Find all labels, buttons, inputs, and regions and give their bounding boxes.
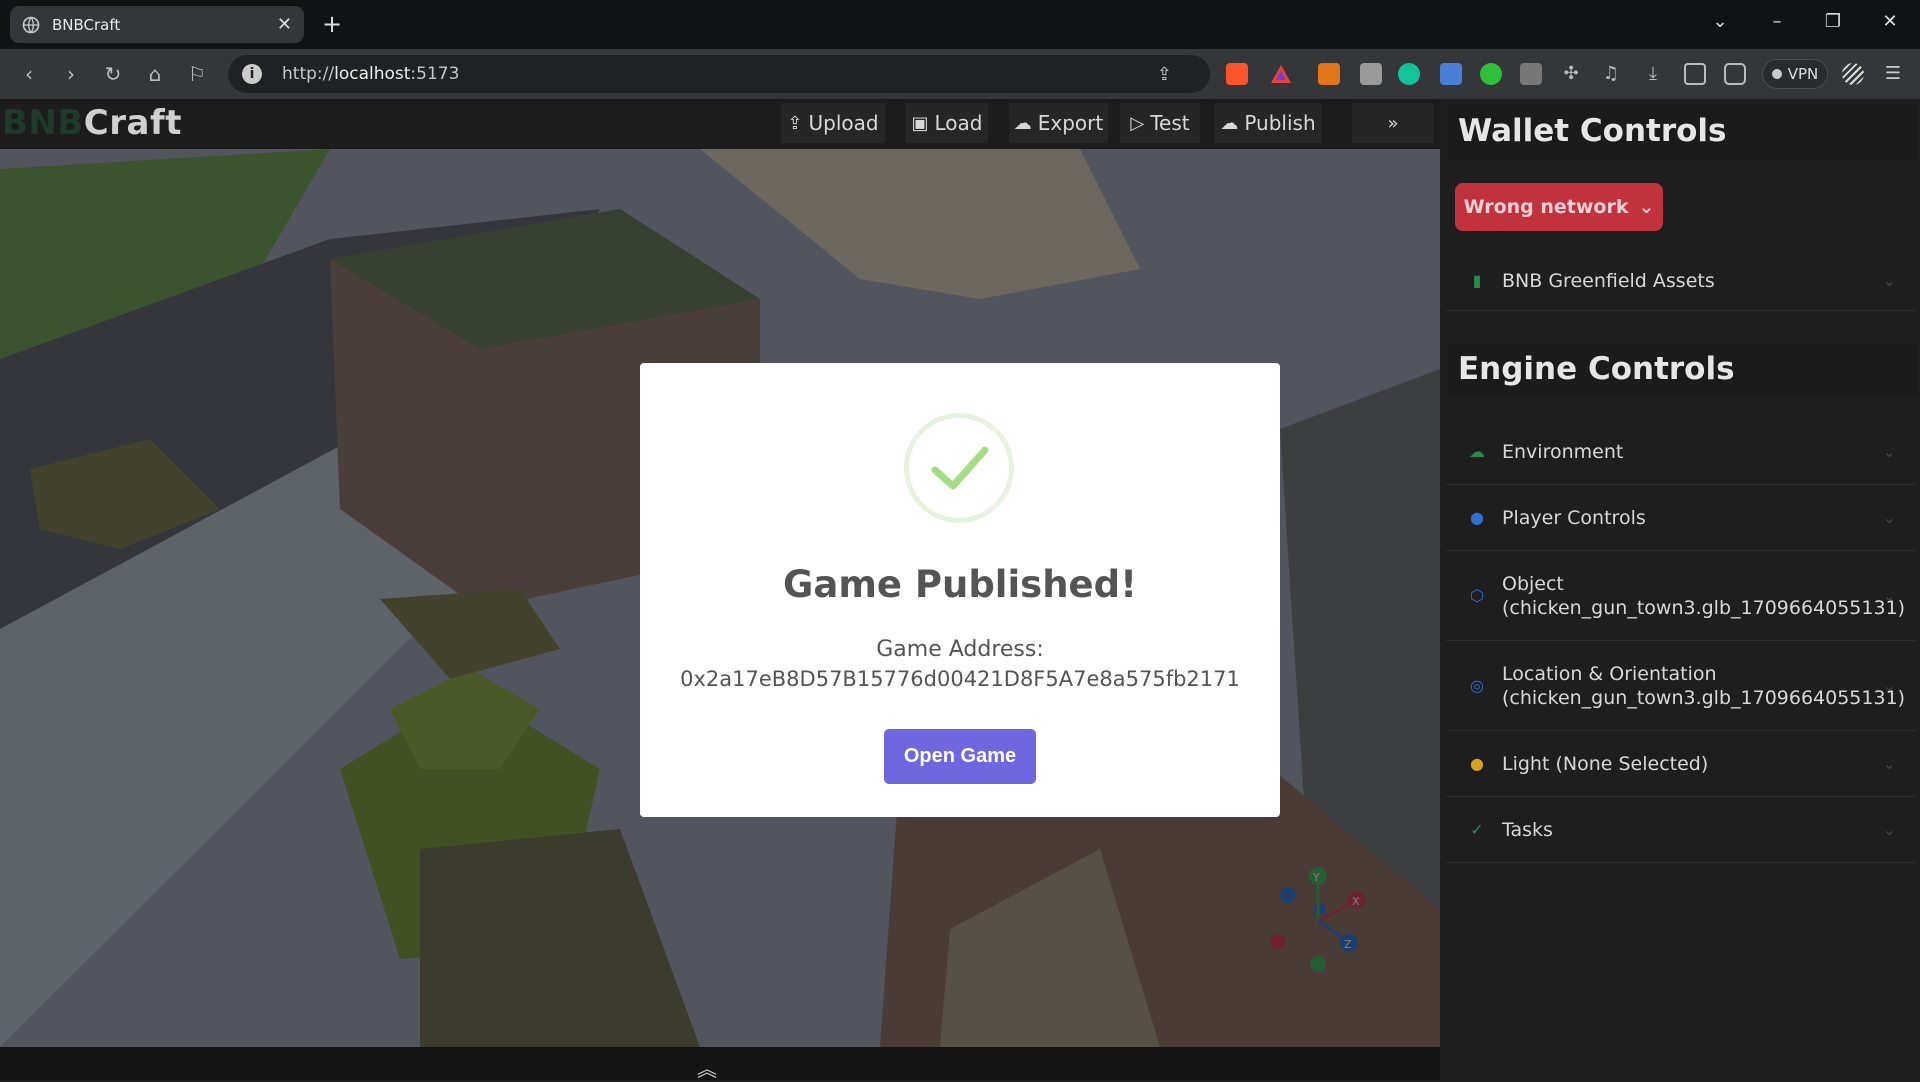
grammarly-icon[interactable] [1398, 63, 1420, 85]
puzzle-icon[interactable]: ✣ [1560, 63, 1582, 85]
forward-icon[interactable]: › [58, 61, 84, 87]
export-button[interactable]: ☁ Export [1009, 103, 1108, 143]
cloud-icon: ☁ [1469, 442, 1485, 461]
camera-icon[interactable] [1360, 63, 1382, 85]
address-bar[interactable]: i http://localhost:5173 ⇪ [228, 55, 1210, 93]
music-icon[interactable]: ♫ [1600, 63, 1622, 85]
zip-icon[interactable] [1520, 63, 1542, 85]
menu-icon[interactable]: ☰ [1882, 63, 1904, 85]
chevron-down-icon: ⌄ [1882, 442, 1896, 461]
tab-close-icon[interactable]: ✕ [277, 14, 292, 35]
translate-icon[interactable] [1440, 63, 1462, 85]
load-button[interactable]: ▣ Load [906, 103, 988, 143]
app-root: BNBCraft ⇪ Upload ▣ Load ☁ Export ▷ Test ☁ Pu… [0, 99, 1920, 1082]
chevron-down-icon: ⌄ [1882, 676, 1896, 695]
site-info-icon[interactable]: i [242, 64, 262, 84]
back-icon[interactable]: ‹ [16, 61, 42, 87]
bookmark-icon[interactable]: ⚐ [184, 61, 210, 87]
sidebar-icon[interactable] [1684, 63, 1706, 85]
home-icon[interactable]: ⌂ [142, 61, 168, 87]
chevron-down-icon: ⌄ [1882, 271, 1896, 290]
dialog-title: Game Published! [783, 563, 1137, 606]
browser-tab[interactable]: BNBCraft ✕ [10, 6, 304, 43]
wrong-network-button[interactable]: Wrong network ⌄ [1455, 183, 1663, 231]
panel-item-object[interactable]: ⬡ Object (chicken_gun_town3.glb_170966405… [1446, 551, 1916, 641]
lightbulb-icon: ● [1470, 754, 1484, 773]
metamask-icon[interactable] [1318, 63, 1340, 85]
restore-icon[interactable]: ❐ [1813, 6, 1853, 38]
test-button[interactable]: ▷ Test [1120, 103, 1200, 143]
profile-icon[interactable] [1842, 63, 1864, 85]
bottom-bar: ︽ [0, 1047, 1440, 1082]
publish-success-dialog: Game Published! Game Address: 0x2a17eB8D… [640, 363, 1280, 817]
chevrons-right-icon: » [1387, 112, 1399, 134]
panel-item-player-controls[interactable]: ● Player Controls ⌄ [1446, 485, 1916, 551]
chevron-down-icon: ⌄ [1882, 508, 1896, 527]
app-logo: BNBCraft [2, 103, 183, 143]
expand-toolbar-button[interactable]: » [1352, 103, 1434, 143]
vpn-status-icon [1771, 69, 1782, 79]
wallet-icon[interactable] [1724, 63, 1746, 85]
download-icon[interactable]: ⤓ [1642, 63, 1664, 85]
right-panel: Wallet Controls Wrong network ⌄ ▮ BNB Gr… [1440, 99, 1920, 1080]
share-icon[interactable]: ⇪ [1157, 64, 1172, 85]
chevron-down-icon: ⌄ [1882, 754, 1896, 773]
chevrons-up-icon[interactable]: ︽ [697, 1053, 717, 1082]
panel-item-environment[interactable]: ☁ Environment ⌄ [1446, 419, 1916, 485]
brave-shields-icon[interactable] [1226, 63, 1248, 85]
panel-item-tasks[interactable]: ✓ Tasks ⌄ [1446, 797, 1916, 863]
person-icon: ● [1470, 508, 1484, 527]
compass-icon: ◎ [1470, 676, 1484, 695]
cloud-download-icon: ☁ [1013, 112, 1032, 134]
add-extension-icon[interactable] [1480, 63, 1502, 85]
new-tab-button[interactable]: + [318, 10, 346, 38]
upload-button[interactable]: ⇪ Upload [781, 103, 885, 143]
tab-search-icon[interactable]: ⌄ [1700, 6, 1740, 38]
wallet-controls-title: Wallet Controls [1448, 105, 1918, 159]
play-icon: ▷ [1130, 112, 1145, 134]
tab-title: BNBCraft [52, 15, 121, 34]
panel-item-location-orientation[interactable]: ◎ Location & Orientation (chicken_gun_tow… [1446, 641, 1916, 731]
app-top-bar: BNBCraft ⇪ Upload ▣ Load ☁ Export ▷ Test ☁ Pu… [0, 99, 1440, 149]
cube-icon: ⬡ [1470, 586, 1484, 605]
minimize-icon[interactable]: – [1757, 6, 1797, 38]
panel-item-light[interactable]: ● Light (None Selected) ⌄ [1446, 731, 1916, 797]
checkmark-icon: ✓ [1470, 820, 1484, 839]
game-address-value: 0x2a17eB8D57B15776d00421D8F5A7e8a575fb21… [680, 667, 1240, 691]
vpn-button[interactable]: VPN [1762, 59, 1828, 89]
image-icon: ▣ [911, 112, 929, 134]
chevron-down-icon: ⌄ [1638, 196, 1655, 218]
chevron-down-icon: ⌄ [1882, 820, 1896, 839]
engine-controls-title: Engine Controls [1448, 343, 1918, 397]
success-check-icon [904, 413, 1014, 523]
reload-icon[interactable]: ↻ [100, 61, 126, 87]
globe-icon [22, 16, 40, 34]
panel-item-greenfield-assets[interactable]: ▮ BNB Greenfield Assets ⌄ [1446, 251, 1916, 311]
browser-nav-bar: ‹ › ↻ ⌂ ⚐ i http://localhost:5173 ⇪ ✣ ♫ … [0, 49, 1920, 99]
publish-button[interactable]: ☁ Publish [1214, 103, 1322, 143]
browser-tab-bar: BNBCraft ✕ + ⌄ – ❐ ✕ [0, 0, 1920, 49]
brave-rewards-icon[interactable] [1270, 63, 1292, 85]
upload-icon: ⇪ [787, 112, 803, 134]
chevron-down-icon: ⌄ [1882, 586, 1896, 605]
bucket-icon: ▮ [1472, 271, 1482, 290]
url-text: http://localhost:5173 [282, 64, 460, 84]
open-game-button[interactable]: Open Game [884, 729, 1036, 784]
cloud-upload-icon: ☁ [1220, 112, 1239, 134]
window-close-icon[interactable]: ✕ [1870, 6, 1910, 38]
game-address-label: Game Address: [876, 637, 1044, 662]
